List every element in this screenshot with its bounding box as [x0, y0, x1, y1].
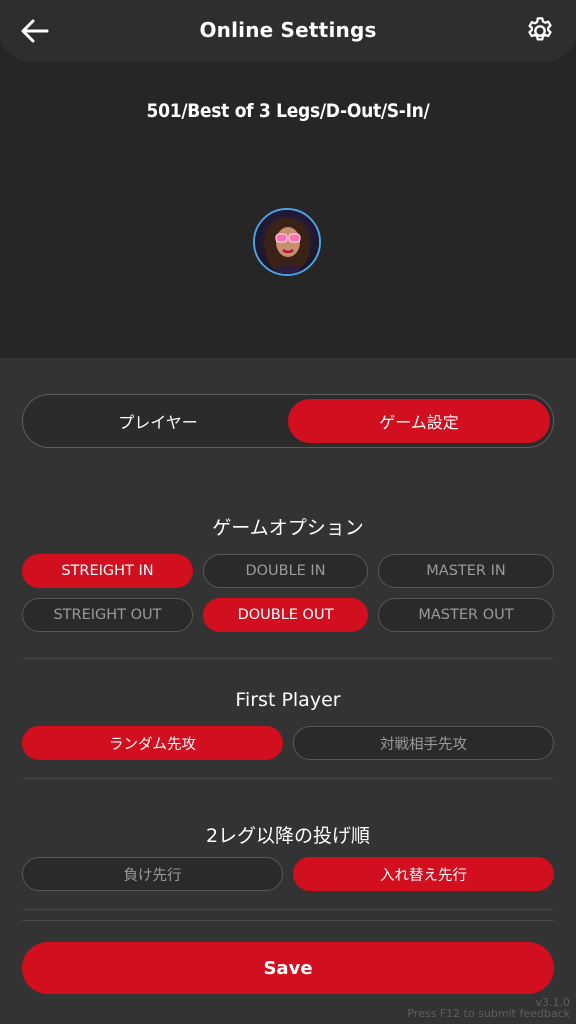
- divider: [22, 909, 554, 910]
- throw-order-title: 2レグ以降の投げ順: [205, 825, 371, 847]
- game-options-title: ゲームオプション: [212, 517, 364, 539]
- tab-game-settings[interactable]: ゲーム設定: [288, 399, 550, 443]
- divider: [22, 658, 554, 659]
- option-streight-in[interactable]: STREIGHT IN: [22, 554, 193, 588]
- option-master-in[interactable]: MASTER IN: [378, 554, 554, 588]
- save-button[interactable]: Save: [22, 942, 554, 994]
- player-portrait: [255, 210, 319, 274]
- tab-player[interactable]: プレイヤー: [27, 399, 289, 443]
- game-summary: 501/Best of 3 Legs/D-Out/S-In/: [146, 100, 430, 122]
- option-master-out[interactable]: MASTER OUT: [378, 598, 554, 632]
- divider: [22, 778, 554, 779]
- settings-button[interactable]: [524, 15, 556, 47]
- option-alternate-first[interactable]: 入れ替え先行: [293, 857, 554, 891]
- option-random-first[interactable]: ランダム先攻: [22, 726, 283, 760]
- option-double-in[interactable]: DOUBLE IN: [203, 554, 368, 588]
- avatar[interactable]: [253, 208, 321, 276]
- option-double-out[interactable]: DOUBLE OUT: [203, 598, 368, 632]
- first-player-title: First Player: [235, 689, 341, 711]
- page-title: Online Settings: [199, 18, 377, 42]
- tab-bar: プレイヤー ゲーム設定: [22, 394, 554, 448]
- option-opponent-first[interactable]: 対戦相手先攻: [293, 726, 554, 760]
- divider: [22, 920, 554, 921]
- gear-icon: [528, 17, 552, 41]
- feedback-hint: Press F12 to submit feedback: [407, 1007, 570, 1020]
- header-bar: Online Settings: [0, 0, 576, 62]
- option-streight-out[interactable]: STREIGHT OUT: [22, 598, 193, 632]
- option-loser-first[interactable]: 負け先行: [22, 857, 283, 891]
